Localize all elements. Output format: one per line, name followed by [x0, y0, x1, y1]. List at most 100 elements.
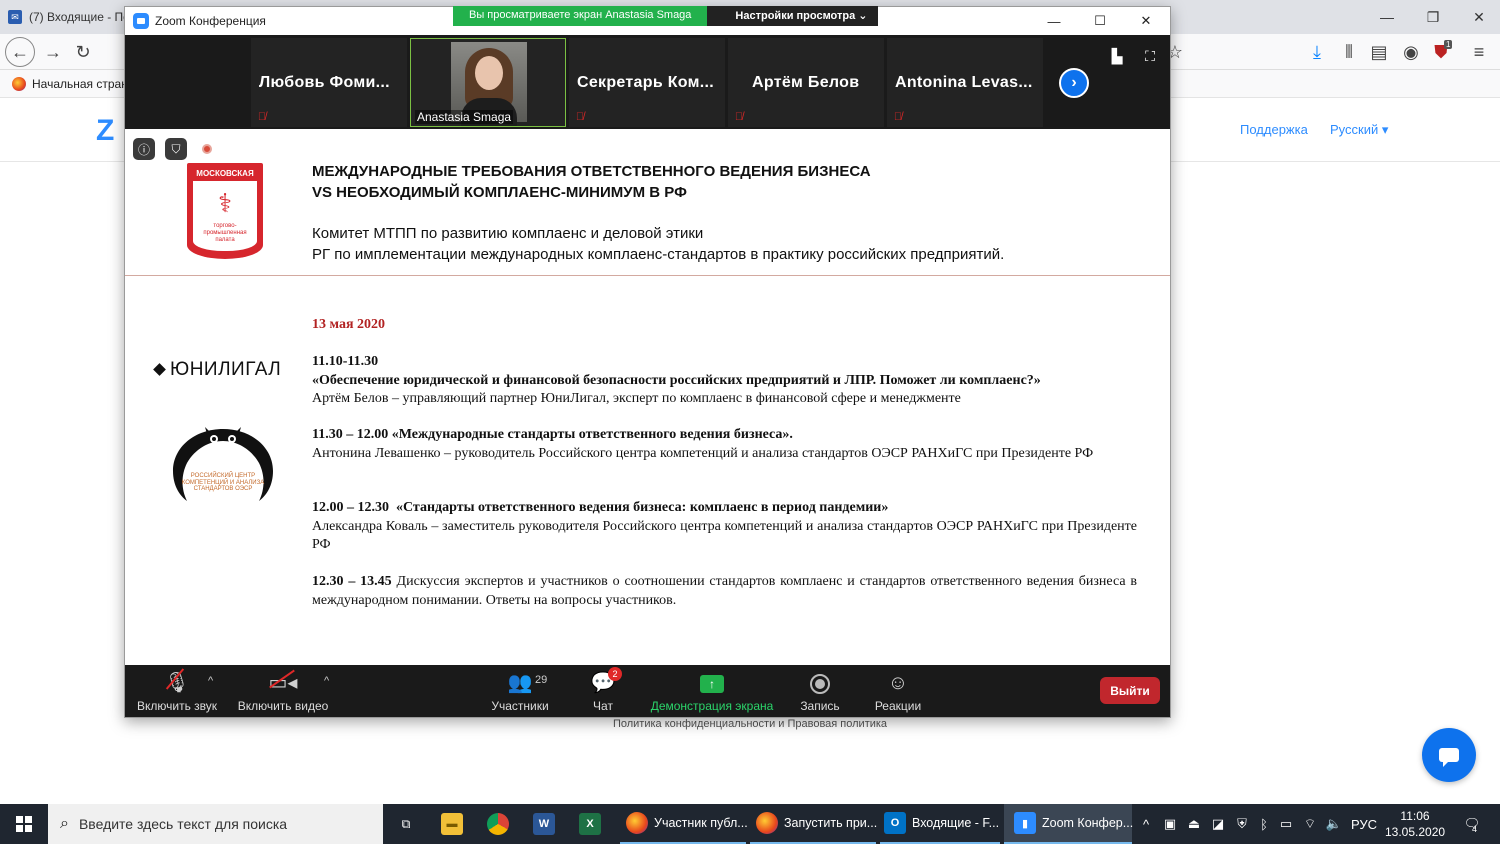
info-icon[interactable]: ⓘ — [133, 138, 155, 160]
tray-network-icon[interactable]: ▭ — [1276, 804, 1296, 844]
divider — [125, 275, 1170, 276]
zoom-maximize-button[interactable]: ☐ — [1077, 7, 1123, 35]
reactions-button[interactable]: ☺ Реакции — [870, 665, 926, 717]
share-banner-text: Вы просматриваете экран Anastasia Smaga — [453, 6, 708, 26]
zoom-control-bar: 🎙 Включить звук ^ ▭◂ Включить видео ^ 👥 … — [125, 665, 1170, 717]
support-chat-button[interactable] — [1422, 728, 1476, 782]
share-screen-button[interactable]: ↑ Демонстрация экрана — [647, 665, 777, 717]
start-button[interactable] — [0, 804, 48, 844]
tray-outlook-icon[interactable]: ◪ — [1208, 804, 1228, 844]
slide-subheading-line: РГ по имплементации международных компла… — [312, 246, 1005, 263]
language-select[interactable]: Русский ▾ — [1330, 122, 1388, 138]
browser-minimize-button[interactable]: — — [1364, 0, 1410, 34]
unilegal-logo: ЮНИЛИГАЛ — [153, 359, 281, 381]
participant-tile-active[interactable]: Anastasia Smaga — [410, 38, 566, 127]
notifications-icon[interactable]: 🗨 4 — [1458, 804, 1486, 844]
muted-mic-icon: 🎙̸ — [575, 111, 585, 123]
video-off-icon: ▭◂ — [235, 665, 331, 695]
next-page-icon[interactable]: › — [1059, 68, 1089, 98]
oecd-center-logo — [173, 427, 273, 501]
library-icon[interactable]: ⫴ — [1334, 38, 1364, 66]
security-shield-icon[interactable]: ⛉ — [165, 138, 187, 160]
file-explorer-icon[interactable]: ▬ — [440, 804, 470, 844]
tray-bluetooth-icon[interactable]: ᛒ — [1254, 804, 1274, 844]
start-video-button[interactable]: ▭◂ Включить видео — [235, 665, 331, 717]
view-settings-button[interactable]: Настройки просмотра ⌄ — [707, 6, 878, 26]
excel-icon[interactable]: X — [578, 804, 608, 844]
firefox-icon — [626, 812, 648, 834]
participant-tile[interactable]: Секретарь Ком... 🎙̸ — [569, 38, 725, 127]
shared-screen: ⓘ ⛉ МОСКОВСКАЯ ⚕ торгово-промышленная па… — [125, 129, 1170, 665]
site-logo[interactable]: Z — [96, 114, 114, 148]
zoom-close-button[interactable]: ✕ — [1123, 7, 1169, 35]
tray-usb-icon[interactable]: ⏏ — [1184, 804, 1204, 844]
taskbar-app-outlook[interactable]: O Входящие - F... — [880, 804, 1000, 844]
audio-options-chevron-icon[interactable]: ^ — [208, 675, 213, 687]
ublock-icon[interactable]: ⛊ 1 — [1426, 38, 1456, 66]
forward-icon[interactable]: → — [38, 38, 68, 66]
event-date: 13 мая 2020 — [312, 317, 386, 332]
ext-badge: 1 — [1444, 40, 1453, 49]
video-options-chevron-icon[interactable]: ^ — [324, 675, 329, 687]
browser-tab-inbox[interactable]: ✉ (7) Входящие - Пс — [0, 0, 125, 34]
menu-icon[interactable]: ≡ — [1464, 38, 1494, 66]
oecd-logo-caption: РОССИЙСКИЙ ЦЕНТР КОМПЕТЕНЦИЙ И АНАЛИЗА С… — [181, 473, 265, 492]
slide-heading-line: МЕЖДУНАРОДНЫЕ ТРЕБОВАНИЯ ОТВЕТСТВЕННОГО … — [312, 163, 871, 180]
word-icon[interactable]: W — [532, 804, 562, 844]
taskbar-search-box[interactable]: ⌕ Введите здесь текст для поиска — [48, 804, 383, 844]
share-screen-label: Демонстрация экрана — [650, 699, 774, 713]
layout-icon[interactable]: ▙ — [1108, 47, 1126, 65]
taskbar-app-firefox-1[interactable]: Участник публ... — [620, 804, 748, 844]
zoom-minimize-button[interactable]: — — [1031, 7, 1077, 35]
browser-restore-button[interactable]: ❐ — [1410, 0, 1456, 34]
bookmark-start-page[interactable]: Начальная стран — [32, 77, 128, 91]
tray-wifi-icon[interactable]: ⌔ — [1300, 804, 1320, 844]
support-link[interactable]: Поддержка — [1240, 122, 1308, 137]
sidebar-icon[interactable]: ▤ — [1364, 38, 1394, 66]
program-item-1: 11.10-11.30 «Обеспечение юридической и ф… — [312, 353, 1137, 409]
participant-tile[interactable]: Любовь Фоми... 🎙̸ — [251, 38, 407, 127]
program-item-4: 12.30 – 13.45 Дискуссия экспертов и учас… — [312, 573, 1137, 610]
task-view-icon[interactable]: ⧉ — [388, 804, 424, 844]
taskbar-app-zoom[interactable]: ▮ Zoom Конфер... — [1004, 804, 1133, 844]
outlook-icon: O — [884, 812, 906, 834]
muted-mic-icon: 🎙̸ — [893, 111, 903, 123]
taskbar-app-firefox-2[interactable]: Запустить при... — [750, 804, 877, 844]
tray-language[interactable]: РУС — [1350, 804, 1378, 844]
leave-button[interactable]: Выйти — [1100, 677, 1160, 704]
zoom-window-title: Zoom Конференция — [155, 14, 266, 28]
video-strip: Любовь Фоми... 🎙̸ Anastasia Smaga Секрет… — [125, 35, 1170, 129]
tray-volume-icon[interactable]: 🔈 — [1324, 804, 1344, 844]
participant-tile[interactable]: Артём Белов 🎙̸ — [728, 38, 884, 127]
downloads-icon[interactable]: ⤓ — [1302, 38, 1332, 66]
chrome-icon[interactable] — [486, 804, 516, 844]
record-button[interactable]: Запись — [795, 665, 845, 717]
participant-tile[interactable]: Antonina Levas... 🎙̸ — [887, 38, 1043, 127]
tray-defender-icon[interactable]: ⛨ — [1232, 804, 1252, 844]
back-icon[interactable]: ← — [5, 37, 35, 67]
browser-close-button[interactable]: ✕ — [1456, 0, 1500, 34]
tray-zoom-icon[interactable]: ▣ — [1160, 804, 1180, 844]
zoom-titlebar: Zoom Конференция Вы просматриваете экран… — [125, 6, 1170, 35]
participant-name: Anastasia Smaga — [415, 110, 514, 124]
browser-tab-title: (7) Входящие - Пс — [29, 10, 125, 24]
account-icon[interactable]: ◉ — [1396, 38, 1426, 66]
reload-icon[interactable]: ↻ — [68, 38, 98, 66]
participants-count: 29 — [535, 674, 548, 686]
mtpp-logo-caption: торгово-промышленная палата — [203, 223, 247, 243]
fullscreen-icon[interactable]: ⛶ — [1141, 47, 1159, 65]
muted-mic-icon: 🎙̸ — [257, 111, 267, 123]
privacy-footer-link[interactable]: Политика конфиденциальности и Правовая п… — [0, 718, 1500, 740]
search-icon: ⌕ — [60, 815, 69, 832]
slide-subheading: Комитет МТПП по развитию комплаенс и дел… — [312, 223, 1152, 265]
unmute-button[interactable]: 🎙 Включить звук — [133, 665, 221, 717]
participants-button[interactable]: 👥 Участники — [487, 665, 553, 717]
windows-logo-icon — [16, 816, 32, 832]
program-item-3: 12.00 – 12.30 «Стандарты ответственного … — [312, 499, 1137, 555]
tray-overflow-icon[interactable]: ^ — [1136, 804, 1156, 844]
clock-date: 13.05.2020 — [1385, 825, 1446, 839]
unmute-label: Включить звук — [136, 699, 218, 713]
start-video-label: Включить видео — [237, 699, 329, 713]
slide-heading: МЕЖДУНАРОДНЫЕ ТРЕБОВАНИЯ ОТВЕТСТВЕННОГО … — [312, 161, 1132, 203]
taskbar-clock[interactable]: 11:06 13.05.2020 — [1385, 808, 1445, 840]
